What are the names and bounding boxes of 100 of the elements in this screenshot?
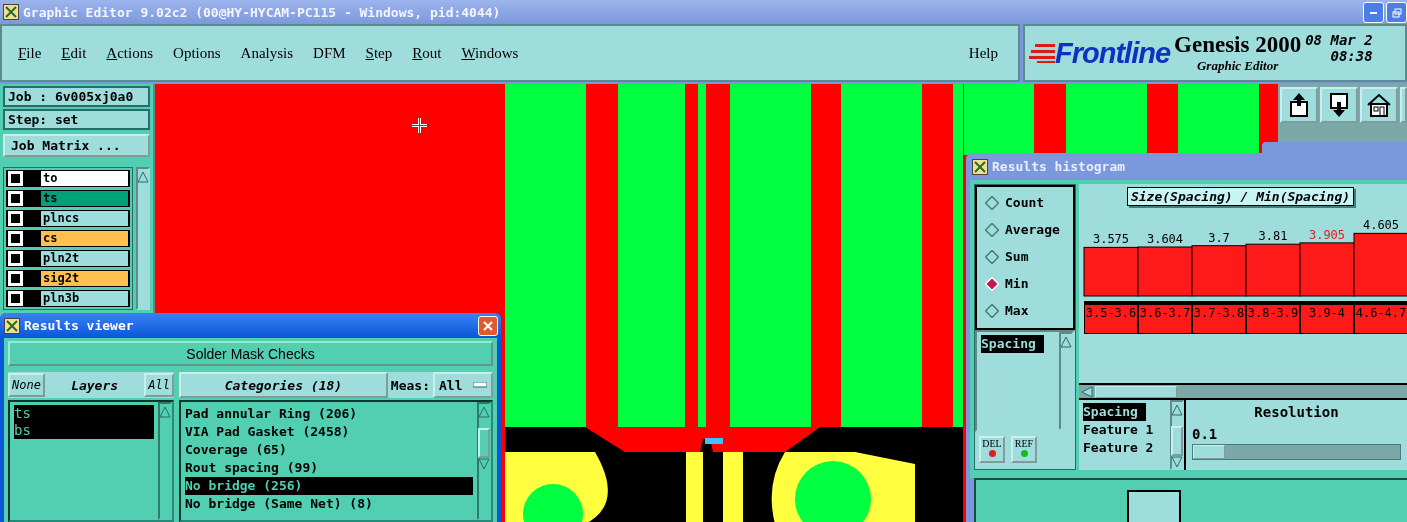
radio-button[interactable] bbox=[985, 303, 999, 318]
scrollbar[interactable] bbox=[136, 167, 150, 310]
category-label: 3.9-4 bbox=[1300, 304, 1354, 334]
layers-label: Layers bbox=[70, 377, 120, 393]
category-item[interactable]: No bridge (256) bbox=[185, 477, 473, 495]
toolbar-button[interactable] bbox=[1280, 87, 1318, 123]
category-label: 3.6-3.7 bbox=[1138, 304, 1192, 334]
menu-item[interactable]: File bbox=[8, 44, 52, 62]
field-item[interactable]: Feature 1 bbox=[1083, 421, 1166, 439]
layer-checkbox[interactable] bbox=[8, 271, 23, 286]
toolbar-button[interactable] bbox=[1320, 87, 1358, 123]
category-item[interactable]: Pad annular Ring (206) bbox=[185, 405, 473, 423]
category-item[interactable]: VIA Pad Gasket (2458) bbox=[185, 423, 473, 441]
window-title: Results viewer bbox=[24, 318, 134, 333]
value-label: 3.604 bbox=[1146, 232, 1184, 246]
radio-label[interactable]: Max bbox=[1005, 303, 1029, 318]
value-label: 3.7 bbox=[1208, 230, 1230, 245]
layer-item[interactable]: bs bbox=[14, 422, 154, 439]
menu-item[interactable]: Windows bbox=[451, 44, 529, 62]
layer-checkbox[interactable] bbox=[8, 191, 23, 206]
category-item[interactable]: Coverage (65) bbox=[185, 441, 473, 459]
layer-name[interactable]: sig2t bbox=[41, 271, 128, 286]
radio-label[interactable]: Min bbox=[1005, 276, 1029, 291]
crosshair-cursor-icon bbox=[412, 118, 427, 133]
app-icon bbox=[972, 158, 988, 175]
layer-name[interactable]: to bbox=[41, 171, 128, 186]
toolbar-button[interactable] bbox=[1360, 87, 1398, 123]
radio-button[interactable] bbox=[985, 249, 999, 264]
menu-item[interactable]: Analysis bbox=[230, 44, 304, 62]
menu-item[interactable]: Rout bbox=[402, 44, 452, 62]
help-menu[interactable]: Help bbox=[958, 44, 1008, 62]
house-icon bbox=[1366, 92, 1392, 118]
field-item[interactable]: Feature 2 bbox=[1083, 439, 1166, 457]
restore-icon bbox=[1391, 7, 1402, 18]
step-label: Step: set bbox=[3, 109, 150, 130]
scroll-up-icon bbox=[478, 406, 490, 418]
histogram-bar bbox=[1353, 232, 1407, 297]
categories-button[interactable]: Categories (18) bbox=[179, 372, 388, 398]
scroll-thumb[interactable] bbox=[478, 428, 490, 458]
category-item[interactable]: No bridge (Same Net) (8) bbox=[185, 495, 473, 513]
menu-item[interactable]: DFM bbox=[303, 44, 356, 62]
histogram-bar bbox=[1299, 242, 1355, 297]
scrollbar[interactable] bbox=[158, 402, 172, 520]
scroll-down-icon bbox=[478, 458, 490, 470]
meas-dropdown[interactable]: All bbox=[433, 372, 493, 398]
horizontal-scrollbar[interactable] bbox=[1079, 385, 1407, 398]
category-label: 3.7-3.8 bbox=[1192, 304, 1246, 334]
checks-title-button[interactable]: Solder Mask Checks bbox=[8, 341, 493, 366]
measure-item[interactable]: Spacing bbox=[981, 335, 1044, 353]
product-subtitle: Graphic Editor bbox=[1197, 58, 1279, 74]
none-button[interactable]: None bbox=[8, 373, 45, 397]
layer-checkbox[interactable] bbox=[8, 231, 23, 246]
slider-thumb[interactable] bbox=[1193, 445, 1225, 459]
window-title: Graphic Editor 9.02c2 (00@HY-HYCAM-PC115 - Windows, pid:4044) bbox=[23, 4, 501, 20]
time-text: 08:38 bbox=[1330, 48, 1373, 64]
radio-label[interactable]: Count bbox=[1005, 195, 1045, 210]
app-icon bbox=[4, 317, 20, 334]
stripes-icon bbox=[1029, 42, 1055, 64]
histogram-bar bbox=[1191, 245, 1247, 297]
layer-item[interactable]: ts bbox=[14, 405, 154, 422]
date-text: 08 Mar 2 bbox=[1305, 32, 1373, 48]
restore-button[interactable] bbox=[1386, 2, 1407, 23]
radio-label[interactable]: Average bbox=[1005, 222, 1060, 237]
app-icon bbox=[3, 4, 19, 20]
action-button[interactable]: DEL bbox=[979, 436, 1005, 463]
layer-checkbox[interactable] bbox=[8, 291, 23, 306]
product-name: Genesis 2000 bbox=[1174, 32, 1302, 58]
category-item[interactable]: Rout spacing (99) bbox=[185, 459, 473, 477]
layer-name[interactable]: pln2t bbox=[41, 251, 128, 266]
scroll-thumb[interactable] bbox=[1171, 426, 1183, 456]
menu-item[interactable]: Actions bbox=[96, 44, 164, 62]
radio-button[interactable] bbox=[985, 195, 999, 210]
scrollbar[interactable] bbox=[1059, 332, 1073, 430]
action-button[interactable]: REF bbox=[1011, 436, 1037, 463]
layer-checkbox[interactable] bbox=[8, 171, 23, 186]
scrollbar[interactable] bbox=[477, 402, 491, 520]
all-button[interactable]: All bbox=[144, 373, 174, 397]
menu-item[interactable]: Edit bbox=[51, 44, 97, 62]
histogram-bar bbox=[1245, 243, 1301, 297]
job-matrix-button[interactable]: Job Matrix ... bbox=[3, 134, 150, 157]
layer-name[interactable]: ts bbox=[41, 191, 128, 206]
minimize-button[interactable] bbox=[1363, 2, 1384, 23]
menu-item[interactable]: Step bbox=[355, 44, 403, 62]
layer-checkbox[interactable] bbox=[8, 211, 23, 226]
radio-button[interactable] bbox=[985, 222, 999, 237]
histogram-bar bbox=[1137, 246, 1193, 297]
window-title: Results histogram bbox=[992, 159, 1126, 174]
scroll-up-icon bbox=[137, 171, 149, 183]
field-item[interactable]: Spacing bbox=[1083, 403, 1146, 421]
radio-label[interactable]: Sum bbox=[1005, 249, 1029, 264]
close-button[interactable] bbox=[478, 315, 498, 336]
meas-label: Meas: bbox=[390, 377, 430, 393]
layer-name[interactable]: pln3b bbox=[41, 291, 128, 306]
scrollbar[interactable] bbox=[1170, 400, 1184, 470]
layer-name[interactable]: cs bbox=[41, 231, 128, 246]
category-label: 4.6-4.7 bbox=[1354, 304, 1407, 334]
layer-name[interactable]: plncs bbox=[41, 211, 128, 226]
resolution-slider[interactable] bbox=[1192, 444, 1401, 460]
layer-checkbox[interactable] bbox=[8, 251, 23, 266]
menu-item[interactable]: Options bbox=[163, 44, 231, 62]
